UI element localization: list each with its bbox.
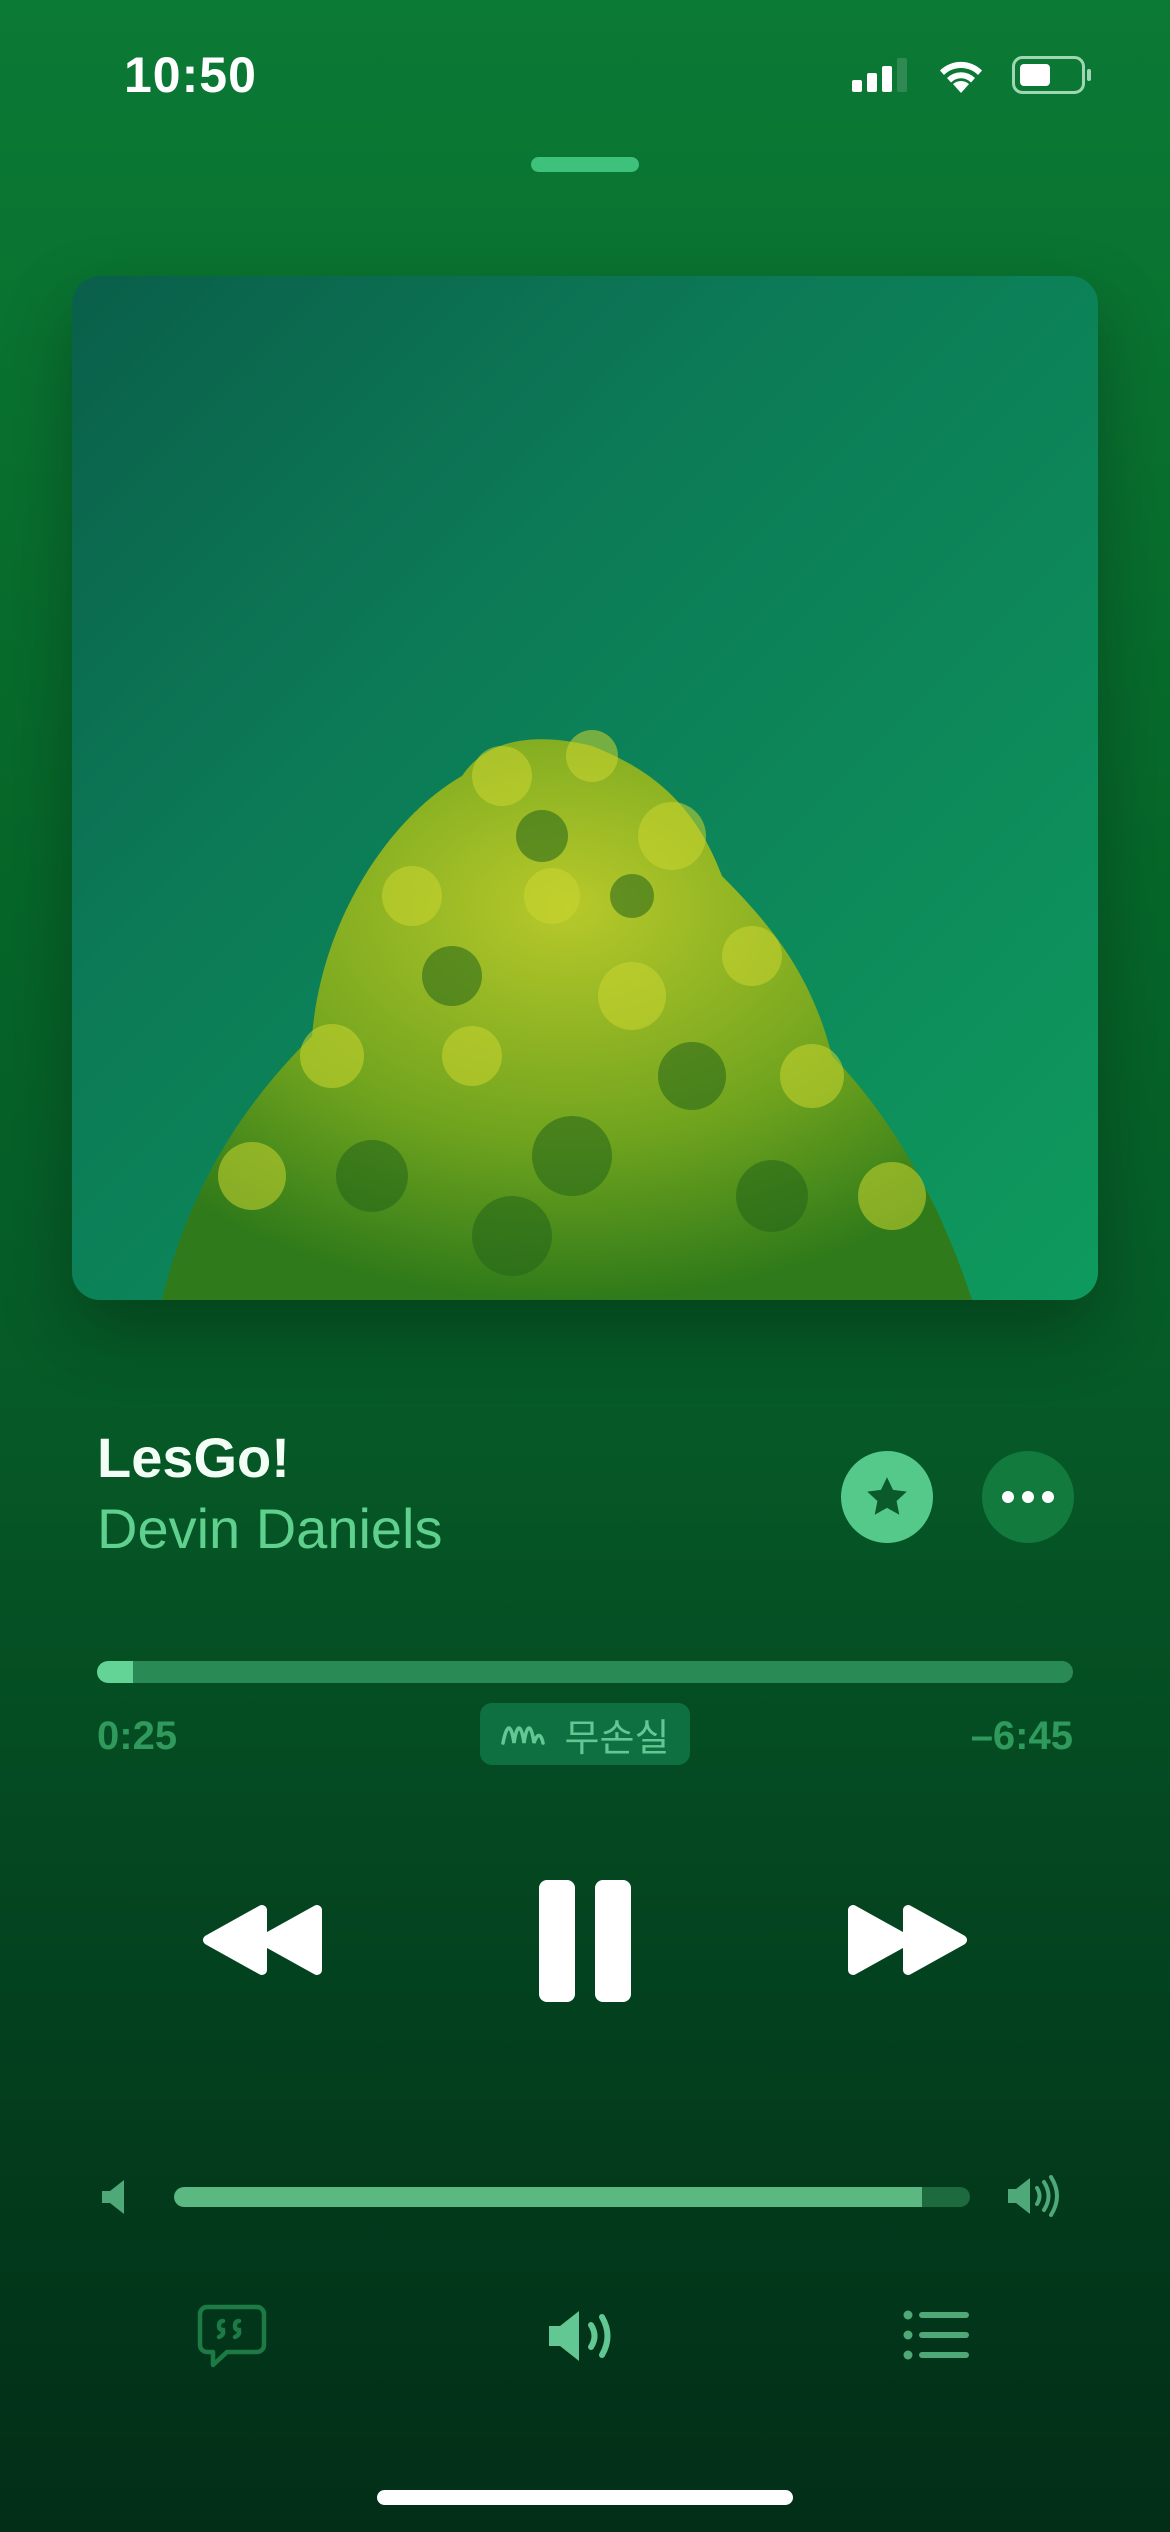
playback-progress-fill bbox=[97, 1661, 134, 1683]
pause-icon bbox=[539, 1879, 631, 2002]
status-time: 10:50 bbox=[124, 47, 257, 103]
album-artwork bbox=[72, 276, 1098, 1300]
more-options-button[interactable] bbox=[982, 1451, 1074, 1543]
rewind-button[interactable] bbox=[200, 1895, 325, 1985]
battery-icon bbox=[1012, 56, 1091, 94]
pause-button[interactable] bbox=[535, 1878, 635, 2003]
volume-slider[interactable] bbox=[174, 2187, 970, 2207]
status-icons bbox=[852, 56, 1092, 94]
queue-button[interactable] bbox=[900, 2302, 972, 2368]
track-title: LesGo! bbox=[97, 1426, 290, 1489]
volume-level-fill bbox=[174, 2187, 923, 2207]
ellipsis-icon bbox=[1002, 1491, 1054, 1503]
lossless-waveform-icon bbox=[500, 1726, 545, 1745]
lossless-badge[interactable]: 무손실 bbox=[480, 1703, 690, 1765]
elapsed-time: 0:25 bbox=[97, 1714, 178, 1758]
audio-output-button[interactable] bbox=[546, 2300, 624, 2372]
queue-list-icon bbox=[903, 2310, 969, 2360]
speaker-low-icon bbox=[102, 2180, 124, 2214]
fast-forward-icon bbox=[848, 1905, 967, 1975]
track-artist[interactable]: Devin Daniels bbox=[97, 1496, 443, 1561]
lyrics-button[interactable] bbox=[196, 2300, 268, 2372]
favorite-button[interactable] bbox=[841, 1451, 933, 1543]
cellular-signal-icon bbox=[852, 58, 907, 92]
wifi-icon bbox=[940, 61, 982, 93]
fast-forward-button[interactable] bbox=[845, 1895, 970, 1985]
sheet-grabber[interactable] bbox=[531, 157, 639, 172]
playback-scrubber[interactable] bbox=[97, 1661, 1073, 1683]
lossless-label: 무손실 bbox=[564, 1715, 670, 1760]
home-indicator[interactable] bbox=[377, 2490, 793, 2505]
lyrics-icon bbox=[197, 2304, 267, 2368]
airplay-icon bbox=[549, 2311, 611, 2361]
rewind-icon bbox=[203, 1905, 322, 1975]
remaining-time: –6:45 bbox=[970, 1714, 1073, 1758]
star-icon bbox=[867, 1477, 907, 1515]
speaker-high-icon bbox=[1008, 2175, 1059, 2217]
